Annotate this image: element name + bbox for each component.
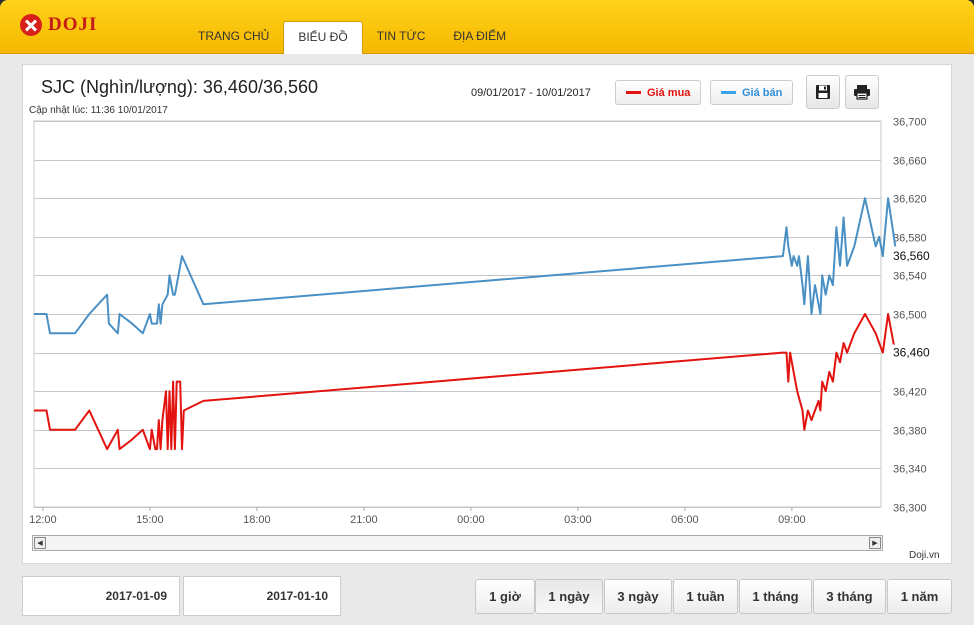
- app-frame: DOJI TRANG CHỦ BIỂU ĐỒ TIN TỨC ĐỊA ĐIỂM …: [0, 0, 974, 625]
- chart-scrollbar[interactable]: ◀ ▶: [32, 535, 883, 551]
- nav-locations[interactable]: ĐỊA ĐIỂM: [439, 21, 520, 54]
- logo[interactable]: DOJI: [20, 14, 97, 36]
- logo-text: DOJI: [48, 14, 98, 35]
- y-tick-label: 36,300: [893, 503, 927, 515]
- header-bar: DOJI TRANG CHỦ BIỂU ĐỒ TIN TỨC ĐỊA ĐIỂM: [0, 0, 974, 54]
- y-tick-label: 36,700: [893, 117, 927, 129]
- range-1-hour[interactable]: 1 giờ: [475, 579, 535, 614]
- x-tick-label: 00:00: [457, 514, 485, 526]
- x-tick-label: 09:00: [778, 514, 806, 526]
- range-1-year[interactable]: 1 năm: [887, 579, 952, 614]
- y-tick-label: 36,660: [893, 156, 927, 168]
- range-3-days[interactable]: 3 ngày: [604, 579, 672, 614]
- nav-home[interactable]: TRANG CHỦ: [184, 21, 283, 54]
- price-chart: 36,300 36,340 36,380 36,420 36,460 36,500 36,5…: [29, 117, 937, 526]
- date-to-field[interactable]: 2017-01-10: [183, 576, 341, 616]
- doji-logo-icon: [20, 14, 42, 36]
- scroll-right-icon[interactable]: ▶: [869, 537, 881, 549]
- x-tick-label: 21:00: [350, 514, 378, 526]
- chart-panel: SJC (Nghìn/lượng): 36,460/36,560 Cập nhậ…: [22, 64, 952, 564]
- y-tick-label: 36,340: [893, 464, 927, 476]
- current-value-label: 36,460: [893, 346, 930, 360]
- x-tick-label: 15:00: [136, 514, 164, 526]
- main-nav: TRANG CHỦ BIỂU ĐỒ TIN TỨC ĐỊA ĐIỂM: [184, 21, 520, 54]
- scroll-left-icon[interactable]: ◀: [34, 537, 46, 549]
- x-tick-label: 06:00: [671, 514, 699, 526]
- range-1-month[interactable]: 1 tháng: [739, 579, 812, 614]
- date-from-field[interactable]: 2017-01-09: [22, 576, 180, 616]
- source-label: Doji.vn: [909, 550, 940, 561]
- y-tick-label: 36,500: [893, 310, 927, 322]
- y-tick-label: 36,620: [893, 194, 927, 206]
- x-tick-label: 12:00: [29, 514, 57, 526]
- current-value-label: 36,560: [893, 249, 930, 263]
- buy-price-line: [34, 313, 897, 451]
- y-tick-label: 36,380: [893, 426, 927, 438]
- range-1-day[interactable]: 1 ngày: [535, 579, 603, 614]
- range-3-months[interactable]: 3 tháng: [813, 579, 886, 614]
- x-tick-label: 18:00: [243, 514, 271, 526]
- sell-price-line: [34, 197, 897, 335]
- y-tick-label: 36,420: [893, 387, 927, 399]
- y-tick-label: 36,580: [893, 233, 927, 245]
- x-tick-label: 03:00: [564, 514, 592, 526]
- range-1-week[interactable]: 1 tuần: [673, 579, 738, 614]
- nav-chart[interactable]: BIỂU ĐỒ: [283, 21, 363, 54]
- nav-news[interactable]: TIN TỨC: [363, 21, 440, 54]
- y-tick-label: 36,540: [893, 271, 927, 283]
